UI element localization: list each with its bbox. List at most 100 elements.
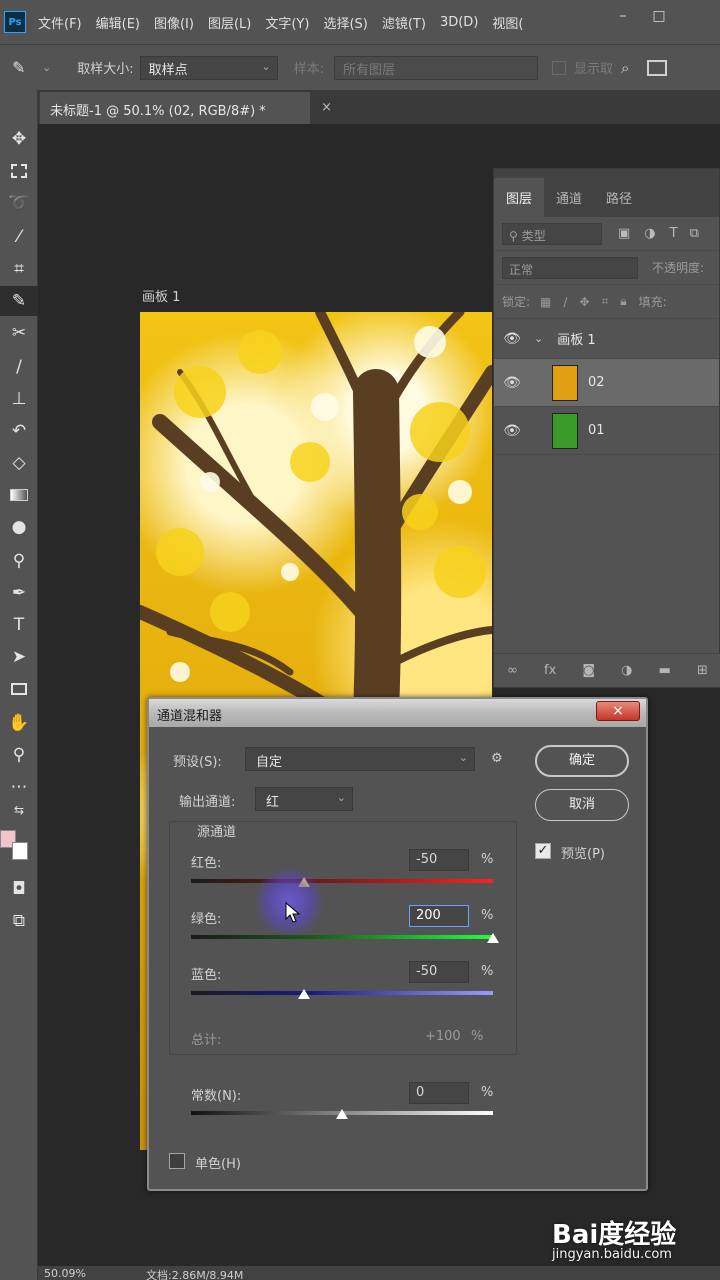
menu-layer[interactable]: 图层(L) [208, 13, 251, 32]
constant-slider-thumb[interactable] [336, 1109, 348, 1119]
chevron-down-icon: ⌄ [261, 59, 271, 73]
quick-mask-icon[interactable]: ◘ [0, 874, 38, 904]
layer-filter-row: ⚲ 类型 ▣ ◑ T ⧉ [494, 217, 719, 251]
green-slider-track[interactable] [191, 935, 493, 939]
dialog-title-bar[interactable]: 通道混和器 × [149, 699, 646, 727]
monochrome-checkbox[interactable] [169, 1153, 185, 1169]
artboard-group-row[interactable]: 👁︎ ⌄ 画板 1 [494, 319, 719, 359]
lock-all-icon[interactable]: 🔒︎ [620, 294, 626, 309]
chevron-down-icon[interactable]: ⌄ [534, 332, 543, 345]
link-icon[interactable]: ∞ [507, 663, 518, 678]
layer-row[interactable]: 👁︎ 02 [494, 359, 719, 407]
filter-adjustment-icon[interactable]: ◑ [644, 226, 655, 241]
constant-value-input[interactable]: 0 [409, 1082, 469, 1104]
zoom-level[interactable]: 50.09% [44, 1267, 86, 1280]
screen-mode-icon[interactable]: ⧉ [0, 906, 38, 936]
document-tab[interactable]: 未标题-1 @ 50.1% (02, RGB/8#) * × [40, 92, 332, 124]
tab-channels[interactable]: 通道 [544, 178, 594, 217]
gradient-tool-icon[interactable] [0, 480, 38, 510]
close-tab-icon[interactable]: × [321, 100, 332, 115]
search-icon[interactable]: ⌕ [621, 59, 629, 77]
maximize-icon[interactable]: □ [648, 8, 670, 24]
history-brush-tool-icon[interactable]: ↶ [0, 416, 38, 446]
lock-position-icon[interactable]: ✥ [579, 295, 589, 309]
eraser-tool-icon[interactable]: ◇ [0, 448, 38, 478]
mask-icon[interactable]: ◙ [582, 663, 595, 678]
swap-colors-icon[interactable]: ⇆ [0, 800, 38, 820]
photoshop-logo: Ps [4, 11, 26, 33]
total-value: +100 [425, 1029, 461, 1044]
workspace-icon[interactable] [647, 59, 668, 76]
preset-select[interactable]: 自定 ⌄ [245, 747, 475, 771]
hand-tool-icon[interactable]: ✋ [0, 708, 38, 738]
blue-slider-track[interactable] [191, 991, 493, 995]
stamp-tool-icon[interactable]: ⊥ [0, 384, 38, 414]
background-color-swatch[interactable] [12, 842, 28, 860]
brush-tool-icon[interactable]: ∕ [0, 352, 38, 382]
more-tools-icon[interactable]: ⋯ [0, 772, 38, 802]
blend-mode-select[interactable]: 正常 [502, 256, 638, 279]
crop-tool-icon[interactable]: ⌗ [0, 254, 38, 284]
path-select-tool-icon[interactable]: ➤ [0, 642, 38, 672]
green-slider-thumb[interactable] [487, 933, 499, 943]
show-ring-checkbox[interactable] [552, 60, 566, 75]
red-value-input[interactable]: -50 [409, 849, 469, 871]
close-dialog-button[interactable]: × [596, 701, 640, 721]
eye-icon[interactable]: 👁︎ [494, 375, 530, 391]
tool-preset-chevron-icon[interactable]: ⌄ [42, 61, 51, 74]
sample-layers-value: 所有图层 [343, 62, 396, 78]
green-value-input[interactable]: 200 [409, 905, 469, 927]
menu-edit[interactable]: 编辑(E) [96, 13, 140, 32]
lock-paint-icon[interactable]: ∕ [563, 295, 567, 309]
dodge-tool-icon[interactable]: ⚲ [0, 546, 38, 576]
preview-label: 预览(P) [561, 847, 605, 862]
blur-tool-icon[interactable]: ● [0, 512, 38, 542]
eye-icon[interactable]: 👁︎ [494, 423, 530, 439]
cancel-button[interactable]: 取消 [535, 789, 629, 821]
layer-row[interactable]: 👁︎ 01 [494, 407, 719, 455]
gear-icon[interactable]: ⚙ [491, 751, 503, 766]
filter-shape-icon[interactable]: ⧉ [690, 226, 699, 241]
menu-select[interactable]: 选择(S) [323, 13, 367, 32]
type-tool-icon[interactable]: T [0, 610, 38, 640]
folder-icon[interactable]: ▬ [659, 663, 671, 678]
menu-view[interactable]: 视图( [492, 13, 523, 32]
red-slider-track[interactable] [191, 879, 493, 883]
fx-icon[interactable]: fx [544, 663, 556, 678]
lock-transparent-icon[interactable]: ▦ [540, 295, 551, 309]
rectangle-tool-icon[interactable] [0, 674, 38, 704]
sample-layers-select[interactable]: 所有图层 [334, 55, 538, 80]
output-channel-select[interactable]: 红 ⌄ [255, 787, 353, 811]
blue-slider-thumb[interactable] [298, 989, 311, 999]
eyedropper-tool-icon[interactable]: ✎ [0, 286, 38, 316]
ok-button[interactable]: 确定 [535, 745, 629, 777]
tab-layers[interactable]: 图层 [494, 178, 545, 217]
pen-tool-icon[interactable]: ✒ [0, 578, 38, 608]
tab-paths[interactable]: 路径 [594, 178, 644, 217]
channel-mixer-dialog: 通道混和器 × 预设(S): 自定 ⌄ ⚙ 输出通道: 红 ⌄ 源通道 红色: … [147, 697, 648, 1191]
lock-artboard-icon[interactable]: ⌗ [602, 294, 609, 309]
healing-tool-icon[interactable]: ✂ [0, 318, 38, 348]
lasso-tool-icon[interactable]: ➰ [0, 188, 38, 218]
blue-value-input[interactable]: -50 [409, 961, 469, 983]
zoom-tool-icon[interactable]: ⚲ [0, 740, 38, 770]
menu-filter[interactable]: 滤镜(T) [382, 13, 426, 32]
menu-image[interactable]: 图像(I) [154, 13, 194, 32]
new-layer-icon[interactable]: ⊞ [697, 663, 708, 678]
magic-wand-tool-icon[interactable]: ⁄ [0, 222, 38, 252]
move-tool-icon[interactable]: ✥ [0, 124, 38, 154]
menu-3d[interactable]: 3D(D) [440, 15, 478, 30]
eyedropper-option-icon[interactable]: ✎ [12, 58, 34, 77]
filter-pixel-icon[interactable]: ▣ [618, 226, 630, 241]
marquee-tool-icon[interactable] [0, 156, 38, 186]
eye-icon[interactable]: 👁︎ [494, 331, 530, 347]
menu-type[interactable]: 文字(Y) [265, 13, 309, 32]
menu-file[interactable]: 文件(F) [38, 13, 82, 32]
filter-type-icon[interactable]: T [670, 226, 678, 241]
preview-checkbox[interactable]: ✓ [535, 843, 551, 859]
sample-size-select[interactable]: 取样点 ⌄ [139, 55, 278, 80]
layer-filter-input[interactable]: ⚲ 类型 [502, 222, 602, 245]
red-percent: % [481, 852, 494, 867]
adjustment-icon[interactable]: ◑ [621, 663, 632, 678]
minimize-icon[interactable]: – [612, 8, 634, 24]
